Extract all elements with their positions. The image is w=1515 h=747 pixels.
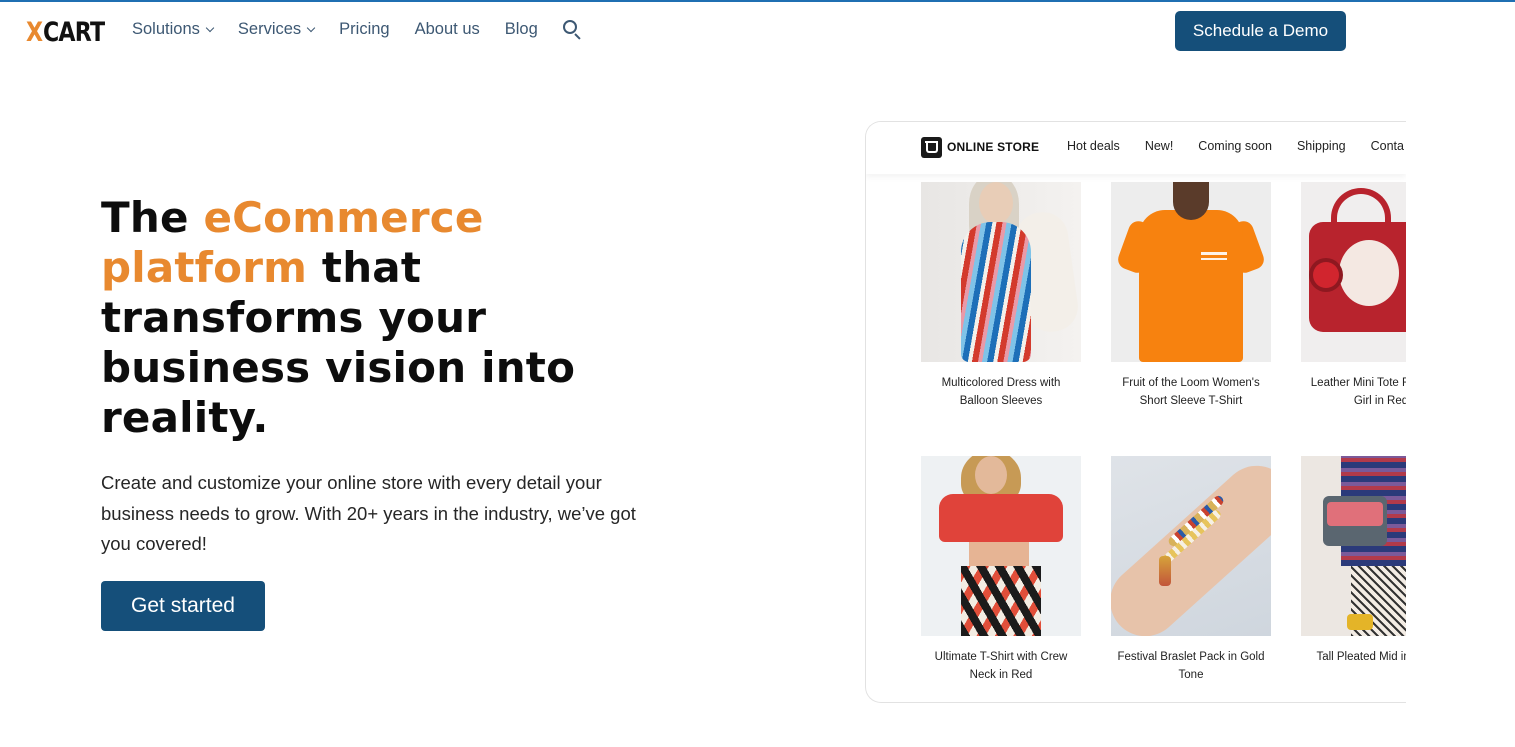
nav-solutions-label: Solutions xyxy=(132,20,200,38)
product-card[interactable]: Multicolored Dress with Balloon Sleeves xyxy=(921,182,1081,410)
nav-blog-label: Blog xyxy=(504,20,538,38)
product-image-red-tshirt xyxy=(921,456,1081,636)
nav-services-label: Services xyxy=(237,20,302,38)
product-card[interactable]: Leather Mini Tote Rose and Girl in Red xyxy=(1301,182,1406,410)
product-caption: Festival Braslet Pack in Gold Tone xyxy=(1117,651,1265,681)
search-icon-handle xyxy=(574,33,581,40)
product-caption: Fruit of the Loom Women's Short Sleeve T… xyxy=(1122,377,1260,407)
product-card[interactable]: Tall Pleated Mid in Check xyxy=(1301,456,1406,666)
chevron-down-icon xyxy=(306,23,316,33)
store-name: ONLINE STORE xyxy=(947,140,1040,154)
product-image-tshirt xyxy=(1111,182,1271,362)
hero-subtitle: Create and customize your online store w… xyxy=(101,472,636,554)
hero-title: The eCommerce platform that transforms y… xyxy=(101,193,621,443)
product-caption: Ultimate T-Shirt with Crew Neck in Red xyxy=(934,651,1068,681)
store-nav-hot-deals[interactable]: Hot deals xyxy=(1067,139,1120,153)
product-image-skirt xyxy=(1301,456,1406,636)
store-nav-contact[interactable]: Conta xyxy=(1371,139,1404,153)
schedule-demo-button[interactable]: Schedule a Demo xyxy=(1175,11,1346,51)
store-header: ONLINE STORE Hot deals New! Coming soon … xyxy=(866,122,1406,174)
nav-about-us[interactable]: About us xyxy=(415,20,480,39)
store-nav: Hot deals New! Coming soon Shipping Cont… xyxy=(1067,139,1406,153)
product-image-bracelet xyxy=(1111,456,1271,636)
get-started-button[interactable]: Get started xyxy=(101,581,265,631)
nav-services[interactable]: Services xyxy=(237,20,316,39)
chevron-down-icon xyxy=(205,23,215,33)
store-logo-icon xyxy=(921,137,942,158)
store-preview: ONLINE STORE Hot deals New! Coming soon … xyxy=(865,121,1406,703)
search-icon-ring xyxy=(562,20,577,34)
product-caption: Leather Mini Tote Rose and Girl in Red xyxy=(1310,377,1406,407)
nav-solutions[interactable]: Solutions xyxy=(132,20,215,39)
main-nav: Solutions Services Pricing About us Blog xyxy=(132,20,582,40)
product-image-dress xyxy=(921,182,1081,362)
store-nav-coming-soon[interactable]: Coming soon xyxy=(1198,139,1272,153)
store-nav-new[interactable]: New! xyxy=(1145,139,1173,153)
product-image-tote xyxy=(1301,182,1406,362)
product-caption: Tall Pleated Mid in Check xyxy=(1316,651,1406,663)
xcart-logo[interactable]: X CART xyxy=(26,16,118,48)
product-card[interactable]: Fruit of the Loom Women's Short Sleeve T… xyxy=(1111,182,1271,410)
store-nav-shipping[interactable]: Shipping xyxy=(1297,139,1346,153)
hero-title-part1: The xyxy=(101,193,204,242)
product-caption: Multicolored Dress with Balloon Sleeves xyxy=(941,377,1061,407)
nav-blog[interactable]: Blog xyxy=(505,20,538,39)
site-header: X CART Solutions Services Pricing About … xyxy=(0,2,1515,62)
search-icon[interactable] xyxy=(562,20,582,40)
product-card[interactable]: Festival Braslet Pack in Gold Tone xyxy=(1111,456,1271,684)
product-card[interactable]: Ultimate T-Shirt with Crew Neck in Red xyxy=(921,456,1081,684)
nav-about-us-label: About us xyxy=(414,20,480,38)
nav-pricing[interactable]: Pricing xyxy=(339,20,389,39)
nav-pricing-label: Pricing xyxy=(339,20,390,38)
logo-x-mark: X xyxy=(26,16,43,48)
logo-wordmark: CART xyxy=(43,16,105,48)
